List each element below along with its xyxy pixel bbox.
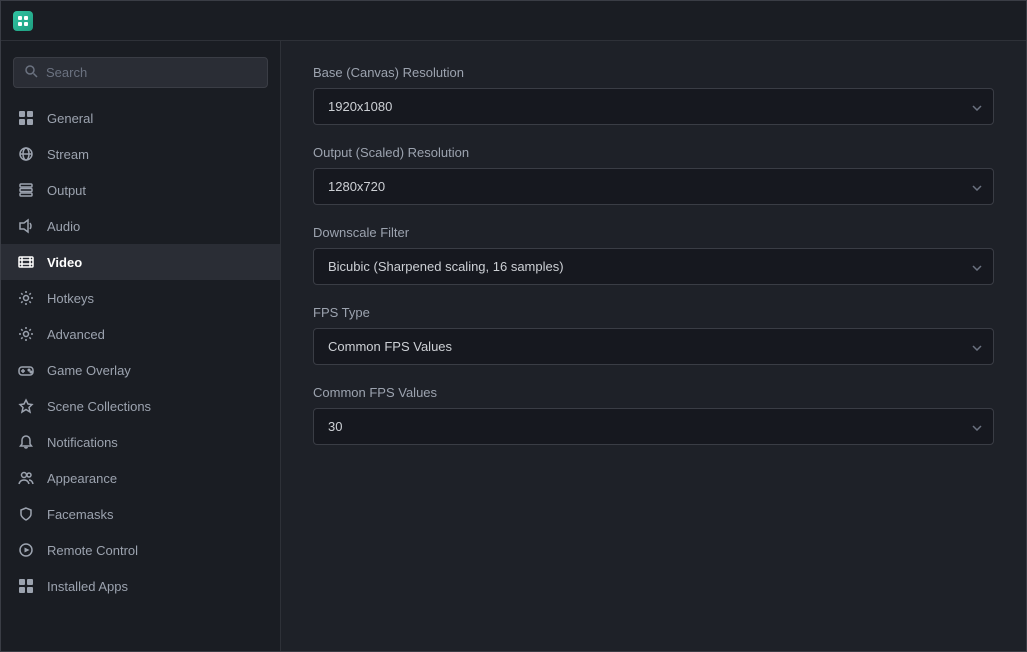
film-icon — [17, 253, 35, 271]
search-input[interactable] — [46, 65, 257, 80]
field-group-fps-type: FPS Type Common FPS ValuesInteger FPS Val… — [313, 305, 994, 365]
sidebar-label-installed-apps: Installed Apps — [47, 579, 128, 594]
maximize-button[interactable] — [950, 9, 980, 33]
sidebar-item-output[interactable]: Output — [1, 172, 280, 208]
select-wrap-output-resolution: 1280x7201920x10801366x768960x540 — [313, 168, 994, 205]
select-base-resolution[interactable]: 1920x10801280x7201366x7682560x1440 — [313, 88, 994, 125]
close-button[interactable] — [984, 9, 1014, 33]
field-group-downscale-filter: Downscale Filter Bicubic (Sharpened scali… — [313, 225, 994, 285]
window-controls — [916, 9, 1014, 33]
sidebar-item-general[interactable]: General — [1, 100, 280, 136]
settings2-icon — [17, 325, 35, 343]
sidebar-label-appearance: Appearance — [47, 471, 117, 486]
field-label-output-resolution: Output (Scaled) Resolution — [313, 145, 994, 160]
titlebar — [1, 1, 1026, 41]
sidebar-item-stream[interactable]: Stream — [1, 136, 280, 172]
sidebar-item-installed-apps[interactable]: Installed Apps — [1, 568, 280, 604]
gamepad-icon — [17, 361, 35, 379]
select-wrap-downscale-filter: Bicubic (Sharpened scaling, 16 samples)B… — [313, 248, 994, 285]
select-fps-type[interactable]: Common FPS ValuesInteger FPS ValueFracti… — [313, 328, 994, 365]
search-container — [1, 51, 280, 100]
select-wrap-base-resolution: 1920x10801280x7201366x7682560x1440 — [313, 88, 994, 125]
sidebar-item-facemasks[interactable]: Facemasks — [1, 496, 280, 532]
select-wrap-fps-type: Common FPS ValuesInteger FPS ValueFracti… — [313, 328, 994, 365]
fields-container: Base (Canvas) Resolution 1920x10801280x72… — [313, 65, 994, 445]
app-icon — [13, 11, 33, 31]
people-icon — [17, 469, 35, 487]
sidebar-item-audio[interactable]: Audio — [1, 208, 280, 244]
sidebar-label-stream: Stream — [47, 147, 89, 162]
star-icon — [17, 397, 35, 415]
sidebar-item-appearance[interactable]: Appearance — [1, 460, 280, 496]
play-icon — [17, 541, 35, 559]
sidebar-item-notifications[interactable]: Notifications — [1, 424, 280, 460]
field-group-output-resolution: Output (Scaled) Resolution 1280x7201920x1… — [313, 145, 994, 205]
search-icon — [24, 64, 38, 81]
shield-icon — [17, 505, 35, 523]
field-group-common-fps: Common FPS Values 1020242529.97304860 — [313, 385, 994, 445]
sidebar-item-advanced[interactable]: Advanced — [1, 316, 280, 352]
sidebar-label-output: Output — [47, 183, 86, 198]
settings-window: General Stream Output Audio Video Hotkeys Adva… — [0, 0, 1027, 652]
select-common-fps[interactable]: 1020242529.97304860 — [313, 408, 994, 445]
sidebar: General Stream Output Audio Video Hotkeys Adva… — [1, 41, 281, 651]
bell-icon — [17, 433, 35, 451]
volume-icon — [17, 217, 35, 235]
settings-icon — [17, 289, 35, 307]
sidebar-label-scene-collections: Scene Collections — [47, 399, 151, 414]
grid-icon — [17, 109, 35, 127]
globe-icon — [17, 145, 35, 163]
sidebar-item-hotkeys[interactable]: Hotkeys — [1, 280, 280, 316]
sidebar-label-facemasks: Facemasks — [47, 507, 113, 522]
select-output-resolution[interactable]: 1280x7201920x10801366x768960x540 — [313, 168, 994, 205]
main-panel: Base (Canvas) Resolution 1920x10801280x72… — [281, 41, 1026, 651]
field-label-base-resolution: Base (Canvas) Resolution — [313, 65, 994, 80]
sidebar-label-video: Video — [47, 255, 82, 270]
select-downscale-filter[interactable]: Bicubic (Sharpened scaling, 16 samples)B… — [313, 248, 994, 285]
field-label-fps-type: FPS Type — [313, 305, 994, 320]
sidebar-label-hotkeys: Hotkeys — [47, 291, 94, 306]
minimize-button[interactable] — [916, 9, 946, 33]
layers-icon — [17, 181, 35, 199]
select-wrap-common-fps: 1020242529.97304860 — [313, 408, 994, 445]
sidebar-item-video[interactable]: Video — [1, 244, 280, 280]
sidebar-item-game-overlay[interactable]: Game Overlay — [1, 352, 280, 388]
titlebar-left — [13, 11, 41, 31]
sidebar-item-scene-collections[interactable]: Scene Collections — [1, 388, 280, 424]
content-area: General Stream Output Audio Video Hotkeys Adva… — [1, 41, 1026, 651]
nav-list: General Stream Output Audio Video Hotkeys Adva… — [1, 100, 280, 604]
sidebar-item-remote-control[interactable]: Remote Control — [1, 532, 280, 568]
sidebar-label-game-overlay: Game Overlay — [47, 363, 131, 378]
search-wrap[interactable] — [13, 57, 268, 88]
sidebar-label-advanced: Advanced — [47, 327, 105, 342]
field-label-downscale-filter: Downscale Filter — [313, 225, 994, 240]
grid2-icon — [17, 577, 35, 595]
sidebar-label-remote-control: Remote Control — [47, 543, 138, 558]
field-group-base-resolution: Base (Canvas) Resolution 1920x10801280x72… — [313, 65, 994, 125]
field-label-common-fps: Common FPS Values — [313, 385, 994, 400]
sidebar-label-general: General — [47, 111, 93, 126]
sidebar-label-notifications: Notifications — [47, 435, 118, 450]
sidebar-label-audio: Audio — [47, 219, 80, 234]
